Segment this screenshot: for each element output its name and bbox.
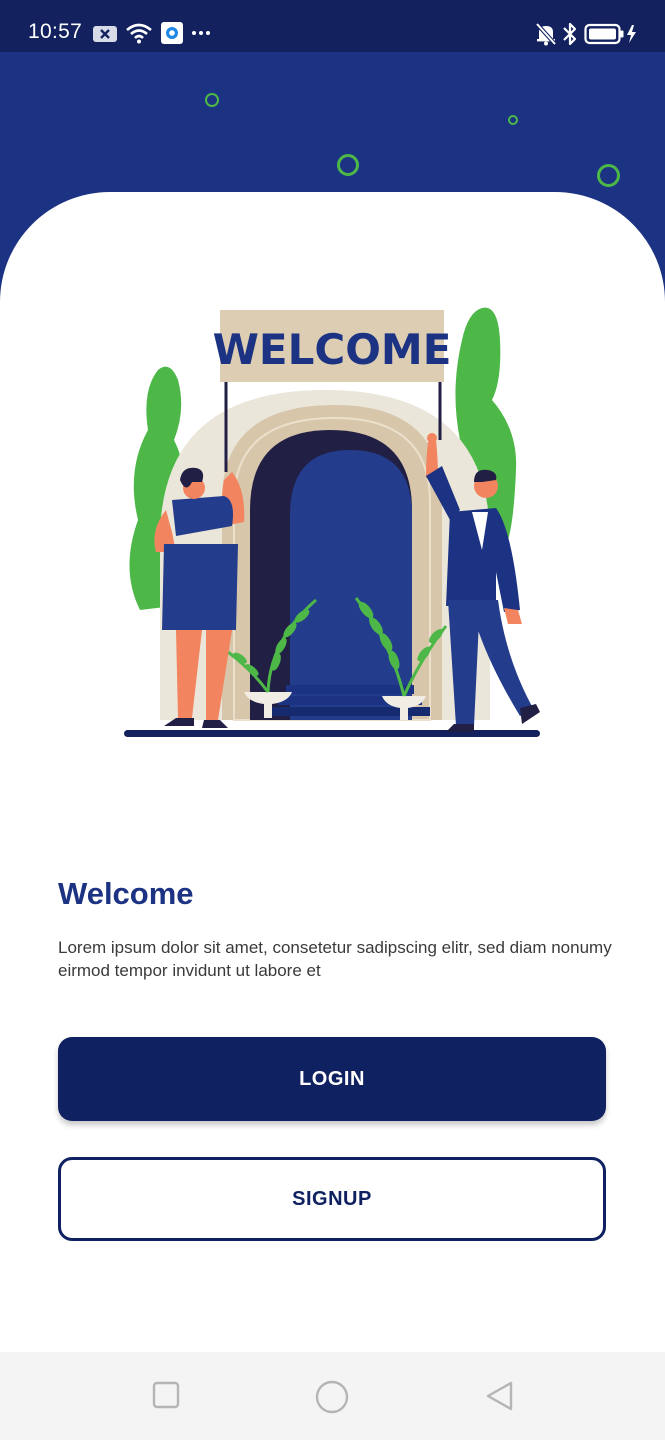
back-icon[interactable]	[484, 1380, 514, 1412]
decorative-circle	[205, 93, 219, 107]
decorative-circle	[597, 164, 620, 187]
notification-x-icon	[93, 26, 117, 42]
welcome-illustration: WELCOME	[124, 307, 540, 737]
status-bar: 10:57	[0, 0, 665, 52]
welcome-description: Lorem ipsum dolor sit amet, consetetur s…	[58, 938, 612, 980]
more-dots-icon	[192, 31, 210, 35]
system-nav-bar	[0, 1352, 665, 1440]
wifi-icon	[126, 23, 152, 44]
welcome-title: Welcome	[58, 876, 194, 911]
decorative-circle	[337, 154, 359, 176]
sign-text: WELCOME	[213, 325, 452, 374]
home-icon[interactable]	[315, 1380, 349, 1414]
battery-charging-icon	[584, 23, 636, 45]
login-button[interactable]: LOGIN	[58, 1037, 606, 1121]
app-badge-icon	[161, 22, 183, 44]
recent-apps-icon[interactable]	[152, 1380, 180, 1410]
bluetooth-icon	[563, 22, 577, 46]
signup-button[interactable]: SIGNUP	[58, 1157, 606, 1241]
decorative-circle	[508, 115, 518, 125]
bell-muted-icon	[535, 22, 557, 46]
status-time: 10:57	[28, 20, 83, 43]
